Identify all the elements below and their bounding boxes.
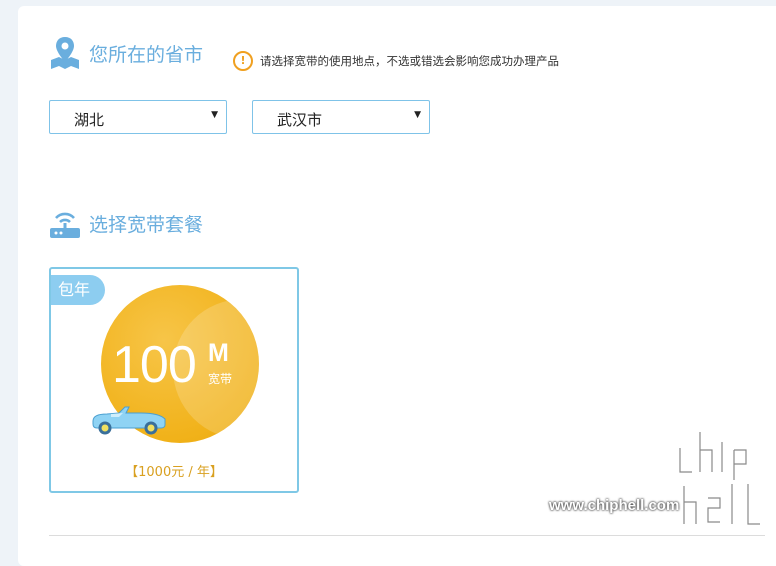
watermark-url: www.chiphell.com <box>549 497 680 514</box>
speed-unit-label: 宽带 <box>208 372 233 386</box>
location-pin-icon <box>51 37 79 69</box>
location-title-text: 您所在的省市 <box>89 43 204 66</box>
package-section-title: 选择宽带套餐 <box>49 206 203 240</box>
watermark-logo <box>677 429 763 527</box>
package-title-text: 选择宽带套餐 <box>89 213 204 236</box>
speed-value: 100 <box>112 336 197 394</box>
hint-text: 请选择宽带的使用地点，不选或错选会影响您成功办理产品 <box>260 54 559 68</box>
city-value: 武汉市 <box>277 111 323 129</box>
speed-unit: M <box>208 339 229 367</box>
dropdown-arrow-icon: ▼ <box>211 110 218 120</box>
warning-icon: ! <box>233 51 253 71</box>
package-badge: 包年 <box>51 275 105 305</box>
package-card[interactable]: 包年 100 M 宽带 【1000元 / 年】 <box>49 267 299 493</box>
location-hint: ! 请选择宽带的使用地点，不选或错选会影响您成功办理产品 <box>233 51 559 71</box>
package-price: 【1000元 / 年】 <box>125 465 223 480</box>
province-value: 湖北 <box>74 111 105 129</box>
province-select[interactable]: 湖北 ▼ <box>49 100 227 134</box>
car-icon <box>92 406 166 435</box>
dropdown-arrow-icon: ▼ <box>414 110 421 120</box>
divider <box>49 535 765 536</box>
location-section-title: 您所在的省市 <box>49 36 203 70</box>
router-icon <box>50 212 80 238</box>
city-select[interactable]: 武汉市 ▼ <box>252 100 430 134</box>
